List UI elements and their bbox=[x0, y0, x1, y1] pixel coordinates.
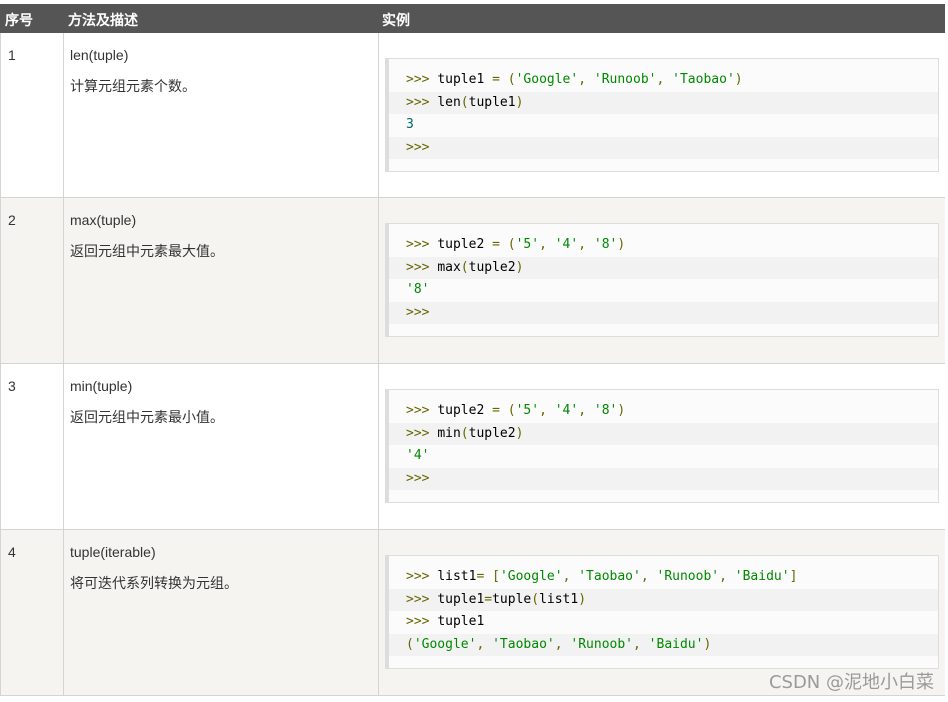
code-line: >>> tuple1=tuple(list1) bbox=[389, 588, 938, 611]
row-index: 4 bbox=[8, 544, 16, 560]
row-index: 3 bbox=[8, 378, 16, 394]
code-line: '4' bbox=[406, 448, 430, 463]
row-description: 返回元组中元素最小值。 bbox=[70, 409, 224, 425]
header-index: 序号 bbox=[5, 12, 33, 28]
row-index: 1 bbox=[8, 47, 16, 63]
table-row: 3 min(tuple) 返回元组中元素最小值。 >>> tuple2 = ('… bbox=[0, 364, 945, 530]
code-line: >>> tuple1 = ('Google', 'Runoob', 'Taoba… bbox=[406, 72, 743, 87]
code-line: 3 bbox=[406, 117, 414, 132]
row-method: len(tuple) bbox=[70, 47, 129, 63]
row-method: tuple(iterable) bbox=[70, 544, 156, 560]
row-description: 返回元组中元素最大值。 bbox=[70, 243, 224, 259]
row-method: min(tuple) bbox=[70, 378, 133, 394]
code-example: >>> tuple2 = ('5', '4', '8') >>> max(tup… bbox=[385, 223, 939, 337]
header-example: 实例 bbox=[382, 12, 410, 28]
row-description: 将可迭代系列转换为元组。 bbox=[70, 575, 238, 591]
code-line: >>> list1= ['Google', 'Taobao', 'Runoob'… bbox=[406, 569, 798, 584]
table-row: 2 max(tuple) 返回元组中元素最大值。 >>> tuple2 = ('… bbox=[0, 198, 945, 364]
code-line: ('Google', 'Taobao', 'Runoob', 'Baidu') bbox=[389, 633, 938, 656]
code-line: >>> tuple2 = ('5', '4', '8') bbox=[406, 403, 626, 418]
code-line: >>> bbox=[389, 467, 938, 490]
code-line: >>> len(tuple1) bbox=[389, 91, 938, 114]
tuple-functions-table: 序号 方法及描述 实例 1 len(tuple) 计算元组元素个数。 >>> t… bbox=[0, 4, 945, 696]
row-method: max(tuple) bbox=[70, 212, 137, 228]
code-example: >>> tuple2 = ('5', '4', '8') >>> min(tup… bbox=[385, 389, 939, 503]
row-index: 2 bbox=[8, 212, 16, 228]
header-method: 方法及描述 bbox=[68, 12, 138, 28]
code-line: >>> tuple1 bbox=[406, 614, 485, 629]
code-line: '8' bbox=[406, 282, 430, 297]
code-line: >>> bbox=[389, 136, 938, 159]
code-line: >>> tuple2 = ('5', '4', '8') bbox=[406, 237, 626, 252]
code-line: >>> max(tuple2) bbox=[389, 256, 938, 279]
code-example: >>> tuple1 = ('Google', 'Runoob', 'Taoba… bbox=[385, 58, 939, 172]
row-description: 计算元组元素个数。 bbox=[70, 78, 196, 94]
watermark: CSDN @泥地小白菜 bbox=[768, 672, 934, 693]
table-row: 1 len(tuple) 计算元组元素个数。 >>> tuple1 = ('Go… bbox=[0, 33, 945, 198]
table-header: 序号 方法及描述 实例 bbox=[0, 4, 945, 33]
code-line: >>> bbox=[389, 301, 938, 324]
code-line: >>> min(tuple2) bbox=[389, 422, 938, 445]
code-example: >>> list1= ['Google', 'Taobao', 'Runoob'… bbox=[385, 555, 939, 669]
